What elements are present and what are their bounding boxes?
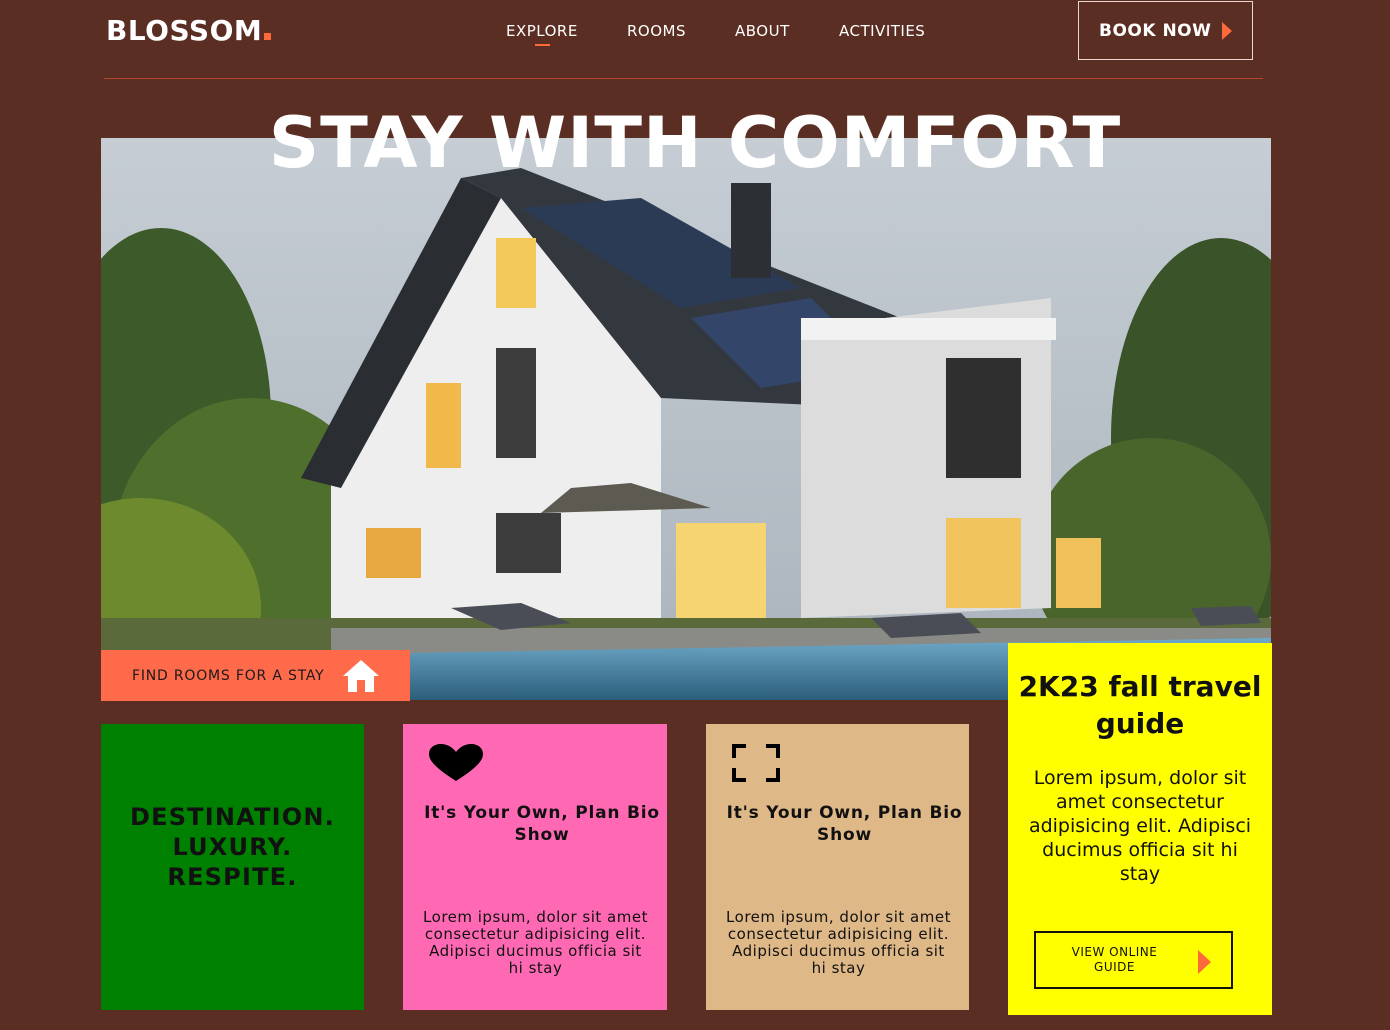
tagline-line: RESPITE. [167, 863, 298, 891]
book-now-button[interactable]: BOOK NOW [1078, 1, 1253, 60]
house-illustration [101, 138, 1271, 700]
nav-item-label: EXPLORE [506, 22, 578, 40]
view-guide-label: VIEW ONLINE GUIDE [1071, 945, 1158, 974]
card-title: It's Your Own, Plan Bio Show [424, 803, 660, 845]
guide-title: 2K23 fall travel guide [1018, 670, 1262, 740]
header-divider [104, 78, 1263, 79]
nav-item-activities[interactable]: ACTIVITIES [839, 22, 925, 40]
destination-tagline: DESTINATION. LUXURY. RESPITE. [101, 802, 364, 892]
hero-image [101, 138, 1271, 700]
brand-name: BLOSSOM [106, 14, 263, 47]
card-body: Lorem ipsum, dolor sit amet consectetur … [423, 908, 648, 977]
card-title: It's Your Own, Plan Bio Show [726, 803, 963, 845]
arrow-right-icon [1222, 22, 1232, 40]
active-indicator [535, 44, 550, 46]
nav-item-rooms[interactable]: ROOMS [627, 22, 686, 40]
nav-item-label: ACTIVITIES [839, 22, 926, 40]
arrow-right-icon [1198, 950, 1211, 974]
brand-logo[interactable]: BLOSSOM [106, 14, 272, 47]
fullscreen-icon [732, 744, 780, 782]
feature-card-plan: It's Your Own, Plan Bio Show Lorem ipsum… [403, 724, 667, 1010]
find-rooms-button[interactable]: FIND ROOMS FOR A STAY [101, 650, 410, 701]
feature-card-destination: DESTINATION. LUXURY. RESPITE. [101, 724, 364, 1010]
card-body: Lorem ipsum, dolor sit amet consectetur … [726, 908, 951, 977]
nav-item-about[interactable]: ABOUT [735, 22, 790, 40]
hero-title: STAY WITH COMFORT [268, 102, 1122, 184]
tagline-line: LUXURY. [172, 833, 293, 861]
heart-icon [429, 744, 483, 781]
tagline-line: DESTINATION. [129, 803, 335, 831]
view-guide-button[interactable]: VIEW ONLINE GUIDE [1034, 931, 1233, 989]
travel-guide-card: 2K23 fall travel guide Lorem ipsum, dolo… [1008, 643, 1272, 1015]
home-icon [343, 660, 379, 692]
book-now-label: BOOK NOW [1099, 20, 1212, 41]
feature-card-bio: It's Your Own, Plan Bio Show Lorem ipsum… [706, 724, 969, 1010]
nav-item-label: ABOUT [735, 22, 790, 40]
nav-item-explore[interactable]: EXPLORE [506, 22, 578, 46]
find-rooms-label: FIND ROOMS FOR A STAY [132, 667, 325, 684]
guide-body: Lorem ipsum, dolor sit amet consectetur … [1028, 767, 1252, 885]
nav-item-label: ROOMS [627, 22, 686, 40]
brand-dot [264, 33, 272, 40]
